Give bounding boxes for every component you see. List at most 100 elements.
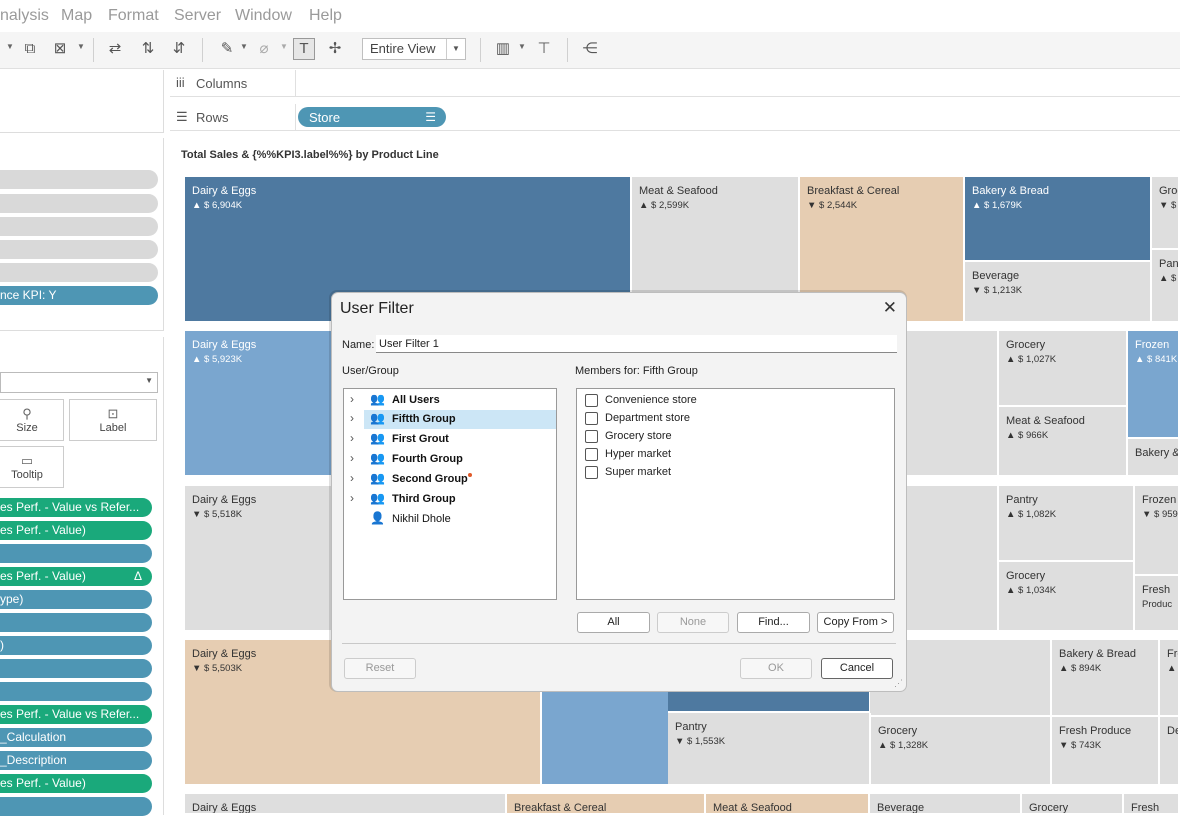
find-button[interactable]: Find...: [737, 612, 810, 633]
marks-field-pill[interactable]: _Calculation: [0, 728, 152, 747]
chevron-down-icon[interactable]: ▼: [6, 42, 14, 51]
user-group-item[interactable]: › 👥 First Grout: [344, 430, 556, 449]
menu-server[interactable]: Server: [174, 7, 221, 25]
treemap-tile[interactable]: Fresh Produc: [1135, 576, 1180, 632]
marks-field-pill[interactable]: es Perf. - Value vs Refer...: [0, 705, 152, 724]
treemap-tile[interactable]: Fresh: [1124, 794, 1180, 815]
chevron-down-icon[interactable]: ▼: [518, 42, 526, 51]
members-list[interactable]: Convenience store Department store Groce…: [576, 388, 895, 600]
sort-descending-icon[interactable]: ⇵: [168, 38, 190, 60]
treemap-tile[interactable]: Dairy & Eggs ▼ $ 5,518K: [185, 486, 335, 632]
chevron-right-icon[interactable]: ›: [350, 451, 354, 465]
clear-sheet-icon[interactable]: ⊠: [49, 38, 71, 60]
treemap-tile[interactable]: Beverage ▼ $ 1,213K: [965, 262, 1152, 323]
marks-field-pill[interactable]: [0, 613, 152, 632]
treemap-tile[interactable]: Pant ▲ $: [1152, 250, 1180, 323]
filter-pill[interactable]: [0, 263, 158, 282]
highlight-icon[interactable]: ✎: [216, 38, 238, 60]
select-all-button[interactable]: All: [577, 612, 650, 633]
columns-shelf[interactable]: iii Columns: [170, 70, 1180, 97]
treemap-tile[interactable]: Grocery ▲ $ 1,034K: [999, 562, 1135, 632]
marks-field-pill[interactable]: [0, 797, 152, 816]
chevron-right-icon[interactable]: ›: [350, 491, 354, 505]
filter-name-input[interactable]: [376, 335, 897, 353]
store-pill[interactable]: Store ☰: [298, 107, 446, 127]
treemap-tile[interactable]: Pantry ▼ $ 1,553K: [668, 713, 871, 786]
member-checkbox[interactable]: [585, 412, 598, 425]
treemap-tile[interactable]: Breakfast & Cereal: [507, 794, 706, 815]
user-group-item-selected[interactable]: › 👥 Fiftth Group: [350, 410, 556, 429]
marks-field-pill[interactable]: [0, 659, 152, 678]
filter-pill[interactable]: [0, 217, 158, 236]
filter-pill-kpi[interactable]: nce KPI: Y: [0, 286, 158, 305]
user-group-item[interactable]: › 👥 Third Group: [344, 490, 556, 509]
treemap-tile[interactable]: Bakery & Bread ▲ $ 1,679K: [965, 177, 1152, 262]
treemap-tile[interactable]: Groc ▼ $: [1152, 177, 1180, 250]
show-mark-labels-icon[interactable]: T: [293, 38, 315, 60]
marks-field-pill[interactable]: es Perf. - Value): [0, 774, 152, 793]
chevron-right-icon[interactable]: ›: [350, 392, 354, 406]
treemap-tile[interactable]: Fresh Produce ▼ $ 743K: [1052, 717, 1160, 786]
close-icon[interactable]: ✕: [883, 298, 897, 318]
chevron-down-icon[interactable]: ▼: [446, 39, 465, 59]
resize-grip-icon[interactable]: ⋰: [894, 678, 903, 689]
treemap-tile[interactable]: Grocery ▲ $ 1,328K: [871, 717, 1052, 786]
menu-window[interactable]: Window: [235, 7, 292, 25]
treemap-tile[interactable]: Meat & Seafood: [706, 794, 870, 815]
marks-field-pill[interactable]: _Description: [0, 751, 152, 770]
chevron-right-icon[interactable]: ›: [350, 471, 354, 485]
treemap-tile[interactable]: Meat & Seafood ▲ $ 966K: [999, 407, 1128, 477]
fit-dropdown[interactable]: Entire View ▼: [362, 38, 466, 60]
presentation-mode-icon[interactable]: ⊤: [533, 38, 555, 60]
treemap-tile[interactable]: Frozen ▼ $ 959K: [1135, 486, 1180, 576]
copy-from-button[interactable]: Copy From >: [817, 612, 894, 633]
treemap-tile[interactable]: Fro ▲ $ 605: [1160, 640, 1180, 717]
select-none-button[interactable]: None: [657, 612, 729, 633]
treemap-tile[interactable]: Dairy & Eggs: [185, 794, 507, 815]
treemap-tile[interactable]: Dairy & Eggs ▲ $ 5,923K: [185, 331, 335, 477]
menu-format[interactable]: Format: [108, 7, 159, 25]
treemap-tile[interactable]: Grocery: [1022, 794, 1124, 815]
treemap-tile[interactable]: Bakery & Bread ▲ $ 894K: [1052, 640, 1160, 717]
marks-field-pill[interactable]: es Perf. - Value): [0, 521, 152, 540]
user-item[interactable]: 👤 Nikhil Dhole: [344, 510, 556, 529]
user-group-item[interactable]: › 👥 All Users: [344, 391, 556, 410]
member-checkbox[interactable]: [585, 448, 598, 461]
chevron-down-icon[interactable]: ▼: [240, 42, 248, 51]
marks-field-pill[interactable]: [0, 682, 152, 701]
duplicate-sheet-icon[interactable]: ⧉: [19, 38, 41, 60]
treemap-tile[interactable]: Frozen ▲ $ 841K: [1128, 331, 1180, 439]
user-group-list[interactable]: › 👥 All Users › 👥 Fiftth Group › 👥 First…: [343, 388, 557, 600]
menu-map[interactable]: Map: [61, 7, 92, 25]
label-card[interactable]: ⊡ Label: [69, 399, 157, 441]
marks-field-pill[interactable]: ): [0, 636, 152, 655]
cancel-button[interactable]: Cancel: [821, 658, 893, 679]
member-checkbox[interactable]: [585, 394, 598, 407]
marks-field-pill[interactable]: [0, 544, 152, 563]
marks-field-pill[interactable]: es Perf. - Value) Δ: [0, 567, 152, 586]
menu-help[interactable]: Help: [309, 7, 342, 25]
member-checkbox[interactable]: [585, 430, 598, 443]
chevron-right-icon[interactable]: ›: [350, 411, 354, 425]
treemap-tile[interactable]: Del: [1160, 717, 1180, 786]
treemap-tile[interactable]: Grocery ▲ $ 1,027K: [999, 331, 1128, 407]
marks-field-pill[interactable]: es Perf. - Value vs Refer...: [0, 498, 152, 517]
user-group-item[interactable]: › 👥 Fourth Group: [344, 450, 556, 469]
filter-pill[interactable]: [0, 194, 158, 213]
show-me-icon[interactable]: ▥: [492, 38, 514, 60]
mark-type-dropdown[interactable]: ▼: [0, 372, 158, 393]
group-members-icon[interactable]: ⌀: [253, 38, 275, 60]
chevron-right-icon[interactable]: ›: [350, 431, 354, 445]
marks-field-pill[interactable]: ype): [0, 590, 152, 609]
ok-button[interactable]: OK: [740, 658, 812, 679]
reset-button[interactable]: Reset: [344, 658, 416, 679]
treemap-tile[interactable]: Beverage: [870, 794, 1022, 815]
chevron-down-icon[interactable]: ▼: [77, 42, 85, 51]
filter-pill[interactable]: [0, 240, 158, 259]
swap-rows-columns-icon[interactable]: ⇄: [104, 38, 126, 60]
pin-icon[interactable]: ✢: [324, 38, 346, 60]
treemap-tile[interactable]: Bakery &: [1128, 439, 1180, 477]
filter-pill[interactable]: [0, 170, 158, 189]
tooltip-card[interactable]: ▭ Tooltip: [0, 446, 64, 488]
sort-ascending-icon[interactable]: ⇅: [137, 38, 159, 60]
